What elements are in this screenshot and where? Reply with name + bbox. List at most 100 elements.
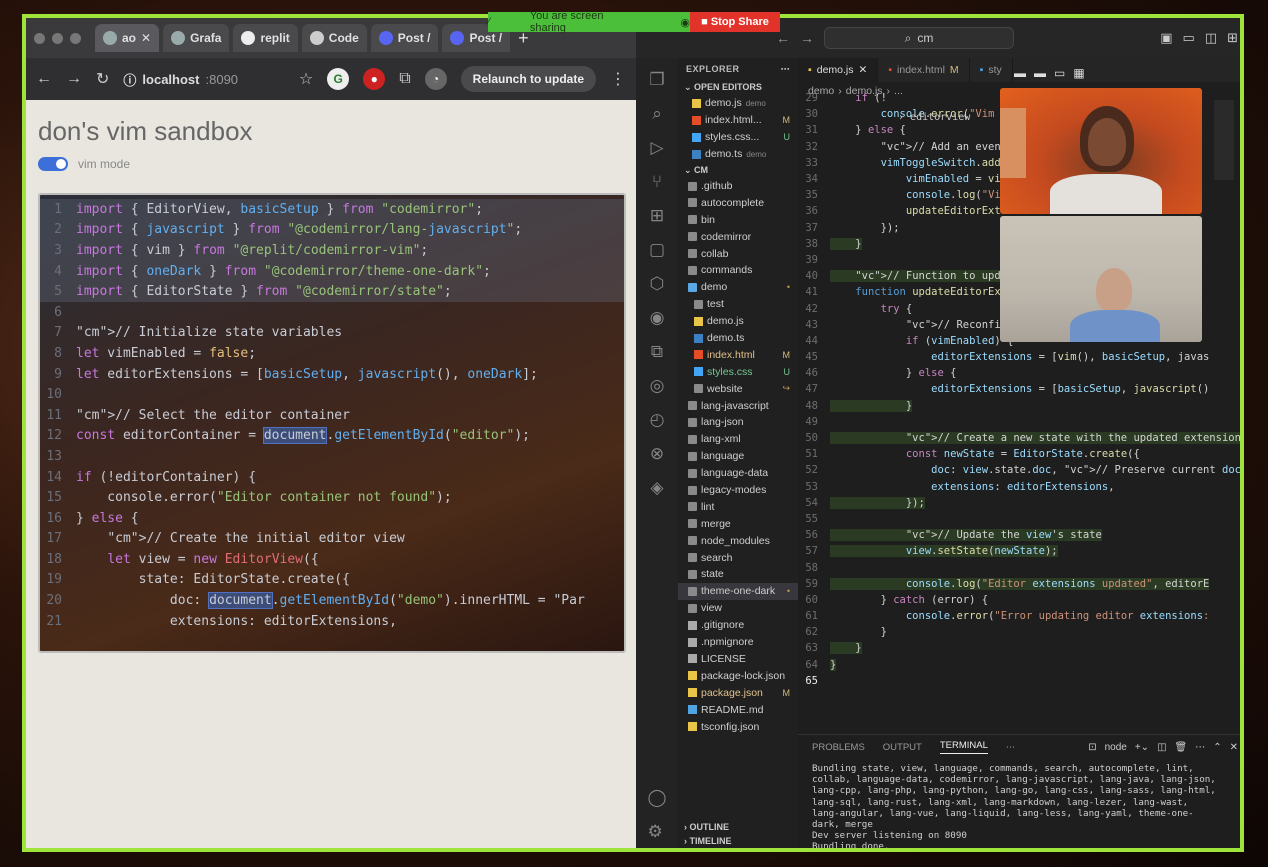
folder-item[interactable]: commands xyxy=(678,262,798,279)
folder-item[interactable]: language-data xyxy=(678,465,798,482)
code-line[interactable]: 56 "vc">// Update the view's state xyxy=(798,527,1240,543)
explorer-icon[interactable]: ❐ xyxy=(649,70,664,90)
folder-item[interactable]: test xyxy=(678,296,798,313)
reload-icon[interactable]: ↻ xyxy=(96,69,109,89)
back-arrow-icon[interactable]: ← xyxy=(36,70,52,88)
maximize-panel-icon[interactable]: ⌃ xyxy=(1213,742,1221,753)
close-tab-icon[interactable]: ✕ xyxy=(141,31,151,45)
code-line[interactable]: 51 const newState = EditorState.create({ xyxy=(798,446,1240,462)
remote-explorer-icon[interactable]: ▢ xyxy=(649,240,665,260)
file-item[interactable]: index.html M xyxy=(678,346,798,363)
customize-layout-icon[interactable]: ⊞ xyxy=(1227,30,1238,46)
code-line[interactable]: 3 import { vim } from "@replit/codemirror… xyxy=(40,240,624,261)
participant-video[interactable] xyxy=(1000,216,1202,342)
folder-item[interactable]: codemirror xyxy=(678,228,798,245)
mongodb-leaf-icon[interactable]: ◈ xyxy=(650,478,663,498)
minimize-window-button[interactable] xyxy=(52,32,63,44)
more-actions-icon[interactable]: ⋯ xyxy=(781,64,791,75)
forward-arrow-icon[interactable]: → xyxy=(66,70,82,88)
source-control-icon[interactable]: ⑂ xyxy=(652,172,662,192)
code-line[interactable]: 5 import { EditorState } from "@codemirro… xyxy=(40,281,624,302)
code-line[interactable]: 58 xyxy=(798,559,1240,575)
code-line[interactable]: 49 xyxy=(798,414,1240,430)
terminal-name[interactable]: node xyxy=(1105,742,1127,753)
open-editor-item[interactable]: index.html... M xyxy=(678,112,798,129)
folder-item[interactable]: demo • xyxy=(678,279,798,296)
code-line[interactable]: 14 if (!editorContainer) { xyxy=(40,467,624,488)
browser-tab[interactable]: Grafa xyxy=(163,24,230,52)
file-item[interactable]: .npmignore xyxy=(678,634,798,651)
testing-icon[interactable]: ⧉ xyxy=(651,342,663,362)
tab-terminal[interactable]: TERMINAL xyxy=(939,740,988,754)
code-line[interactable]: 63 } xyxy=(798,640,1240,656)
folder-item[interactable]: search xyxy=(678,549,798,566)
browser-tab[interactable]: replit xyxy=(233,24,298,52)
file-item[interactable]: package.json M xyxy=(678,684,798,701)
file-item[interactable]: package-lock.json xyxy=(678,667,798,684)
bookmark-star-icon[interactable]: ☆ xyxy=(299,69,313,89)
tab-output[interactable]: OUTPUT xyxy=(883,742,922,753)
github-icon[interactable]: ◉ xyxy=(650,308,665,328)
split-terminal-icon[interactable]: ◫ xyxy=(1157,742,1166,753)
toggle-sidebar-icon[interactable]: ▣ xyxy=(1160,30,1172,46)
stop-share-button[interactable]: ■ Stop Share xyxy=(690,12,780,32)
codemirror-editor[interactable]: 1 import { EditorView, basicSetup } from … xyxy=(38,193,626,653)
code-line[interactable]: 1 import { EditorView, basicSetup } from … xyxy=(40,199,624,220)
close-panel-icon[interactable]: ✕ xyxy=(1230,742,1238,753)
folder-item[interactable]: lang-json xyxy=(678,414,798,431)
more-actions-icon[interactable]: ⋯ xyxy=(1195,742,1205,753)
terminal-output[interactable]: Bundling state, view, language, commands… xyxy=(798,759,1240,848)
folder-item[interactable]: autocomplete xyxy=(678,194,798,211)
nav-back-icon[interactable]: ← xyxy=(776,30,790,46)
file-item[interactable]: demo.js xyxy=(678,313,798,330)
folder-item[interactable]: bin xyxy=(678,211,798,228)
manage-gear-icon[interactable]: ⚙ xyxy=(647,822,666,842)
code-line[interactable]: 46 } else { xyxy=(798,365,1240,381)
live-share-icon[interactable]: ⊗ xyxy=(650,444,664,464)
browser-tab[interactable]: Post / xyxy=(370,24,439,52)
folder-item[interactable]: collab xyxy=(678,245,798,262)
browser-tab[interactable]: Code xyxy=(301,24,367,52)
code-line[interactable]: 64} xyxy=(798,657,1240,673)
code-line[interactable]: 53 extensions: editorExtensions, xyxy=(798,479,1240,495)
code-line[interactable]: 13 xyxy=(40,446,624,467)
folder-item[interactable]: lint xyxy=(678,498,798,515)
extension-red-icon[interactable]: ● xyxy=(363,68,386,90)
filmstrip-icon[interactable]: ▭ xyxy=(1054,66,1065,80)
panel-more-icon[interactable]: ⋯ xyxy=(1006,742,1016,753)
code-line[interactable]: 9 let editorExtensions = [basicSetup, jav… xyxy=(40,364,624,385)
code-line[interactable]: 2 import { javascript } from "@codemirror… xyxy=(40,219,624,241)
code-line[interactable]: 55 xyxy=(798,511,1240,527)
code-line[interactable]: 48 } xyxy=(798,398,1240,414)
code-line[interactable]: 61 console.error("Error updating editor … xyxy=(798,608,1240,624)
folder-item[interactable]: website ↪ xyxy=(678,380,798,397)
code-line[interactable]: 10 xyxy=(40,384,624,405)
maximize-window-button[interactable] xyxy=(70,32,81,44)
code-line[interactable]: 11 "cm">// Select the editor container xyxy=(40,405,624,426)
extension-g-icon[interactable]: G xyxy=(327,68,350,90)
toggle-secondary-sidebar-icon[interactable]: ◫ xyxy=(1205,30,1217,46)
timeline-icon[interactable]: ◴ xyxy=(650,410,665,430)
browser-tab[interactable]: ao ✕ xyxy=(95,24,160,52)
editor-tab[interactable]: ▪ index.html M xyxy=(878,58,970,82)
command-center-search[interactable]: ⌕ cm xyxy=(824,27,1014,49)
code-line[interactable]: 54 }); xyxy=(798,495,1240,511)
speaker-view-icon[interactable]: ▬ xyxy=(1034,66,1046,80)
outline-section[interactable]: › OUTLINE xyxy=(678,820,798,834)
folder-item[interactable]: theme-one-dark • xyxy=(678,582,798,600)
code-line[interactable]: 15 console.error("Editor container not f… xyxy=(40,487,624,508)
folder-item[interactable]: state xyxy=(678,566,798,583)
open-editor-item[interactable]: styles.css... U xyxy=(678,129,798,146)
code-line[interactable]: 21 extensions: editorExtensions, xyxy=(40,611,624,632)
code-line[interactable]: 47 editorExtensions = [basicSetup, javas… xyxy=(798,381,1240,397)
toggle-panel-icon[interactable]: ▭ xyxy=(1183,30,1195,46)
extensions-puzzle-icon[interactable]: ⧉ xyxy=(399,70,410,88)
timeline-section[interactable]: › TIMELINE xyxy=(678,834,798,848)
code-line[interactable]: 18 let view = new EditorView({ xyxy=(40,549,624,570)
folder-item[interactable]: legacy-modes xyxy=(678,482,798,499)
workspace-root-section[interactable]: ⌄ CM xyxy=(678,163,798,178)
nav-forward-icon[interactable]: → xyxy=(800,30,814,46)
code-line[interactable]: 16} else { xyxy=(40,508,624,529)
code-line[interactable]: 60 } catch (error) { xyxy=(798,592,1240,608)
code-line[interactable]: 20 doc: document.getElementById("demo").… xyxy=(40,590,624,611)
